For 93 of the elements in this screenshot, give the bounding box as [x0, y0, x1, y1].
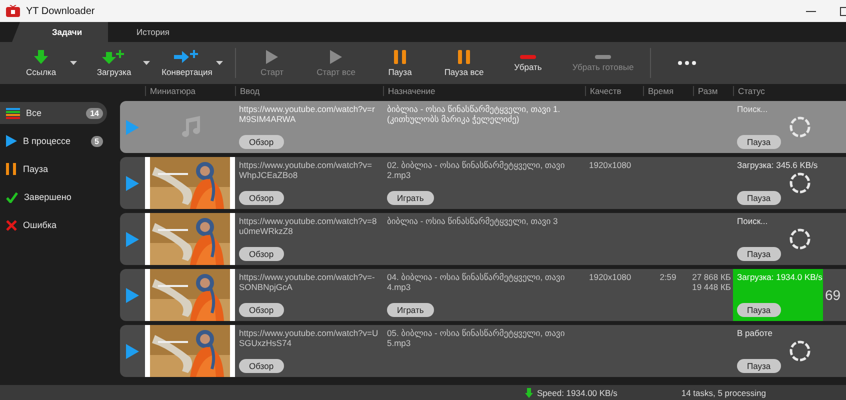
download-arrow-icon [34, 50, 48, 64]
spinner-icon [789, 228, 811, 250]
spinner-icon [789, 116, 811, 138]
pause-icon [458, 50, 470, 64]
column-header[interactable]: Назначение [383, 86, 585, 96]
task-row[interactable]: https://www.youtube.com/watch?v=USGUxzHsS74 Обзор 05. ბიბლია - ოსია წინასწარმეტყველი, თავი 5.mp3 В работе Пауза [120, 325, 846, 377]
column-header[interactable]: Статус [733, 86, 846, 96]
play-icon [6, 135, 17, 147]
pause-button[interactable]: Пауза [737, 191, 781, 205]
browse-button[interactable]: Обзор [239, 247, 284, 261]
task-row[interactable]: https://www.youtube.com/watch?v=8u0meWRkzZ8 Обзор ბიბლია - ოსია წინასწარმეტყველი, თავი 3 Поиск... Пауза [120, 213, 846, 265]
download-arrow-icon [525, 388, 533, 398]
play-icon [266, 50, 278, 64]
sidebar-item[interactable]: Пауза [0, 158, 107, 180]
source-url: https://www.youtube.com/watch?v=rM9SIM4ARWA [239, 104, 376, 124]
destination-name: 04. ბიბლია - ოსია წინასწარმეტყველი, თავი 4.mp3 [387, 272, 566, 292]
destination-name: ბიბლია - ოსია წინასწარმეტყველი, თავი 1. (კითხულობს მარიკა ჭელელიძე) [387, 104, 562, 124]
download-plus-icon [102, 50, 126, 64]
play-icon[interactable] [126, 232, 139, 246]
task-row[interactable]: https://www.youtube.com/watch?v=-SONBNpjGcA Обзор 04. ბიბლია - ოსია წინასწარმეტყველი, თავი 4.mp3 Играть 1920x1080 2:59 27 868 КБ 19 448 КБ Загрузка: 1934.0 KB/s Пауза 69 [120, 269, 846, 321]
play-button[interactable]: Играть [387, 191, 434, 205]
duration-value: 2:59 [660, 272, 676, 282]
column-header[interactable]: Качеств [585, 86, 643, 96]
status-text: Поиск... [737, 104, 769, 114]
caret-icon[interactable] [143, 61, 150, 65]
task-row[interactable]: https://www.youtube.com/watch?v=rM9SIM4ARWA Обзор ბიბლია - ოსია წინასწარმეტყველი, თავი 1. (კითხულობს მარიკა ჭელელიძე) Поиск... Пауза [120, 101, 846, 153]
play-icon[interactable] [126, 288, 139, 302]
sidebar-item[interactable]: Все 14 [0, 102, 107, 124]
more-icon [678, 61, 696, 65]
pause-button[interactable]: Пауза [737, 135, 781, 149]
quality-value: 1920x1080 [589, 160, 632, 170]
source-url: https://www.youtube.com/watch?v=-SONBNpjGcA [239, 272, 376, 292]
browse-button[interactable]: Обзор [239, 191, 284, 205]
task-summary: 14 tasks, 5 processing [681, 388, 766, 398]
cross-icon [6, 220, 17, 230]
pause-icon [6, 163, 17, 175]
pause-button[interactable]: Пауза [737, 303, 781, 317]
list-icon [6, 108, 20, 118]
count-badge: 5 [90, 136, 103, 146]
app-logo-icon [6, 5, 20, 17]
pause-button[interactable]: Пауза [737, 247, 781, 261]
column-header[interactable]: Миниатюра [145, 86, 235, 96]
minus-icon [595, 54, 611, 58]
play-icon [330, 50, 342, 64]
status-text: Загрузка: 345.6 KB/s [737, 160, 819, 170]
toolbar-button[interactable]: Конвертация [158, 42, 216, 84]
browse-button[interactable]: Обзор [239, 135, 284, 149]
size-value: 19 448 КБ [692, 282, 731, 292]
toolbar-button[interactable]: Убрать [496, 42, 560, 84]
pause-button[interactable]: Пауза [737, 359, 781, 373]
check-icon [6, 192, 18, 202]
progress-percent: 69 [825, 287, 841, 303]
play-icon[interactable] [126, 176, 139, 190]
destination-name: ბიბლია - ოსია წინასწარმეტყველი, თავი 3 [387, 216, 559, 226]
destination-name: 05. ბიბლია - ოსია წინასწარმეტყველი, თავი 5.mp3 [387, 328, 566, 348]
browse-button[interactable]: Обзор [239, 303, 284, 317]
spinner-icon [789, 340, 811, 362]
quality-value: 1920x1080 [589, 272, 632, 282]
toolbar-button[interactable]: Загрузка [85, 42, 143, 84]
source-url: https://www.youtube.com/watch?v=8u0meWRkzZ8 [239, 216, 378, 236]
column-header[interactable]: Ввод [235, 86, 383, 96]
column-header[interactable]: Разм [693, 86, 733, 96]
music-note-icon [179, 116, 201, 138]
sidebar-item[interactable]: Ошибка [0, 214, 107, 236]
source-url: https://www.youtube.com/watch?v=WhpJCEaZBo8 [239, 160, 373, 180]
minus-icon [520, 54, 536, 58]
pause-icon [394, 50, 406, 64]
tab[interactable]: Задачи [12, 22, 108, 42]
minimize-icon[interactable] [806, 10, 816, 12]
play-button[interactable]: Играть [387, 303, 434, 317]
status-text: В работе [737, 328, 774, 338]
toolbar-button[interactable]: Пауза [368, 42, 432, 84]
play-icon[interactable] [126, 344, 139, 358]
spinner-icon [789, 172, 811, 194]
convert-arrow-icon [174, 50, 200, 64]
column-header[interactable]: Время [643, 86, 693, 96]
destination-name: 02. ბიბლია - ოსია წინასწარმეტყველი, თავი 2.mp3 [387, 160, 566, 180]
browse-button[interactable]: Обзор [239, 359, 284, 373]
caret-icon[interactable] [70, 61, 77, 65]
sidebar-item[interactable]: Завершено [0, 186, 107, 208]
caret-icon[interactable] [216, 61, 223, 65]
tab[interactable]: История [108, 22, 198, 42]
toolbar-button[interactable]: Ссылка [12, 42, 70, 84]
sidebar-item[interactable]: В процессе 5 [0, 130, 107, 152]
speed-text: Speed: 1934.00 KB/s [537, 388, 618, 398]
maximize-icon[interactable] [840, 6, 846, 16]
task-row[interactable]: https://www.youtube.com/watch?v=WhpJCEaZBo8 Обзор 02. ბიბლია - ოსია წინასწარმეტყველი, თავი 2.mp3 Играть 1920x1080 Загрузка: 345.6 KB/s Пауза [120, 157, 846, 209]
window-title: YT Downloader [26, 6, 96, 16]
status-text: Поиск... [737, 216, 769, 226]
count-badge: 14 [86, 108, 103, 118]
toolbar-button[interactable]: Пауза все [432, 42, 496, 84]
source-url: https://www.youtube.com/watch?v=USGUxzHsS74 [239, 328, 379, 348]
size-value: 27 868 КБ [692, 272, 731, 282]
